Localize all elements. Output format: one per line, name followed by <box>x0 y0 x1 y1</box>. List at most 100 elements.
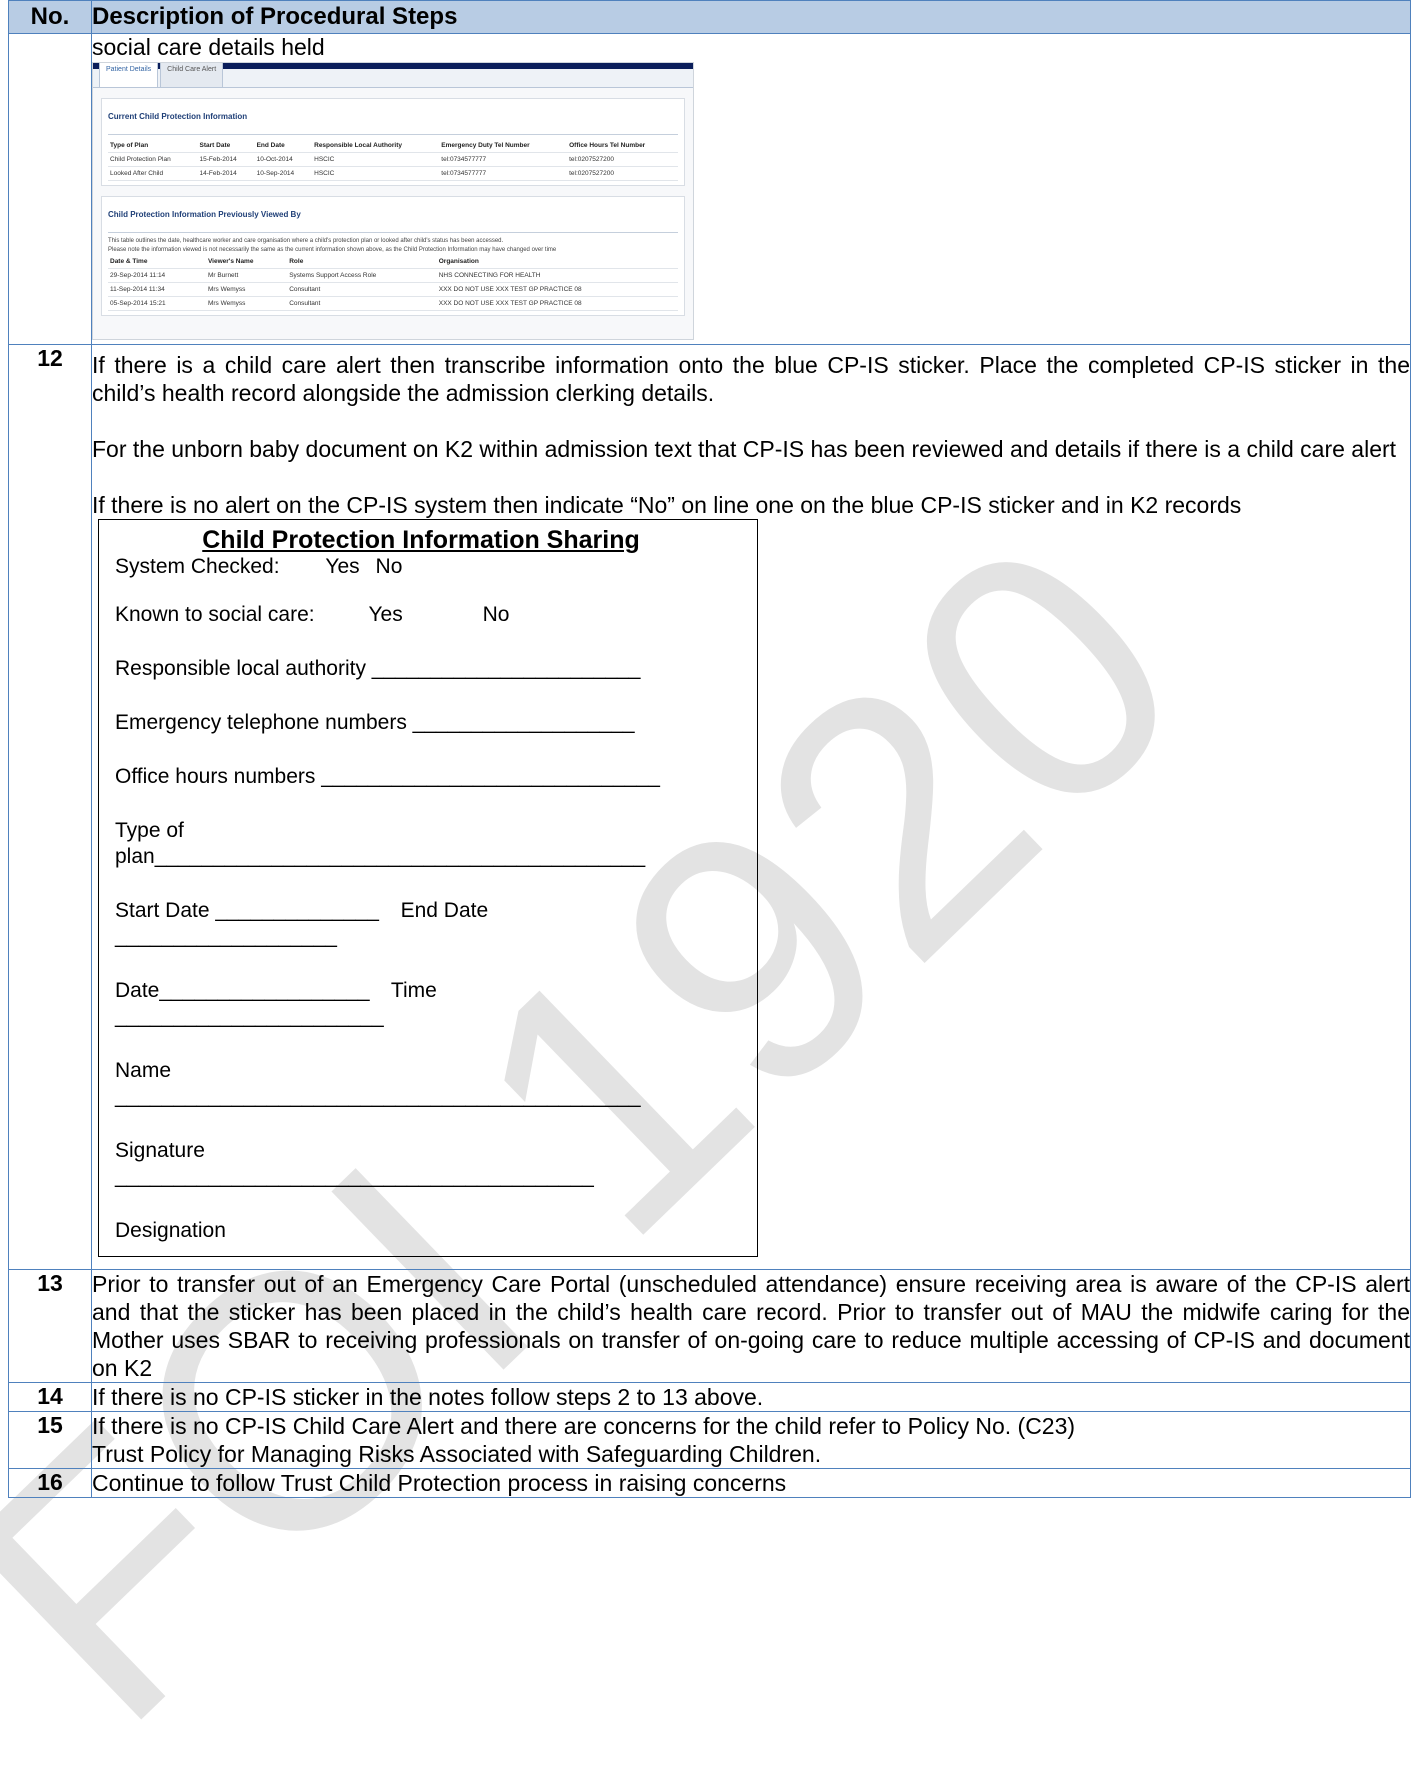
previous-viewers-panel: Child Protection Information Previously … <box>101 196 685 316</box>
cell: Looked After Child <box>108 166 198 181</box>
current-cp-title: Current Child Protection Information <box>108 103 678 135</box>
col-header: Role <box>287 255 437 269</box>
table-row: 16 Continue to follow Trust Child Protec… <box>8 1468 1411 1498</box>
table-header-row: No. Description of Procedural Steps <box>8 0 1411 34</box>
table-row: 12 If there is a child care alert then t… <box>8 344 1411 1270</box>
designation-label: Designation <box>115 1219 226 1242</box>
cell: NHS CONNECTING FOR HEALTH <box>436 268 678 283</box>
col-header: Office Hours Tel Number <box>567 139 678 153</box>
step-paragraph-3: If there is no alert on the CP-IS system… <box>92 492 1242 518</box>
cell: Child Protection Plan <box>108 152 198 167</box>
current-cp-table: Type of Plan Start Date End Date Respons… <box>108 139 678 181</box>
name-line: ________________________________________… <box>115 1085 641 1108</box>
cell: Consultant <box>287 282 437 297</box>
cell: HSCIC <box>312 152 440 167</box>
cpis-sticker-form: Child Protection Information Sharing Sys… <box>98 519 758 1257</box>
table-row: 29-Sep-2014 11:14 Mr Burnett Systems Sup… <box>108 268 678 283</box>
step-description: social care details held Patient Details… <box>91 33 1411 345</box>
end-date-line: ___________________ <box>115 925 337 948</box>
step-description: If there is a child care alert then tran… <box>91 344 1411 1270</box>
cell: 10-Sep-2014 <box>254 166 313 181</box>
cell: 05-Sep-2014 15:21 <box>108 296 206 311</box>
screenshot-tabs: Patient Details Child Care Alert <box>93 63 693 88</box>
type-of-plan-label: Type of <box>115 819 184 842</box>
date-time-row: Date__________________ Time <box>115 978 757 1004</box>
tab-patient-details: Patient Details <box>99 63 159 87</box>
step-number-blank <box>8 33 92 345</box>
known-social-care-yes: Yes <box>368 603 403 626</box>
dates-row: Start Date ______________ End Date <box>115 898 757 924</box>
cell: XXX DO NOT USE XXX TEST GP PRACTICE 08 <box>436 282 678 297</box>
time-line: _______________________ <box>115 1005 384 1028</box>
cell: tel:0734577777 <box>439 166 568 181</box>
col-header: End Date <box>254 139 313 153</box>
name-label: Name <box>115 1059 172 1082</box>
col-header: Date & Time <box>108 255 206 269</box>
previous-viewers-title: Child Protection Information Previously … <box>108 201 678 233</box>
known-social-care-label: Known to social care: <box>115 603 315 626</box>
cell: 29-Sep-2014 11:14 <box>108 268 206 283</box>
step-intro: social care details held <box>92 34 325 60</box>
cell: tel:0207527200 <box>567 152 678 167</box>
system-checked-no: No <box>375 555 403 578</box>
table-row: 15 If there is no CP-IS Child Care Alert… <box>8 1411 1411 1469</box>
step-number: 12 <box>8 344 92 1270</box>
previous-viewers-table: Date & Time Viewer's Name Role Organisat… <box>108 255 678 311</box>
cell: Mrs Wemyss <box>205 296 288 311</box>
cell: 11-Sep-2014 11:34 <box>108 282 206 297</box>
system-checked-row: System Checked: Yes No <box>115 554 757 580</box>
cell: HSCIC <box>312 166 440 181</box>
table-row: Child Protection Plan 15-Feb-2014 10-Oct… <box>108 152 678 167</box>
known-social-care-no: No <box>482 603 510 626</box>
cell: 10-Oct-2014 <box>254 152 313 167</box>
previous-note-2: Please note the information viewed is no… <box>108 247 557 253</box>
step-description: If there is no CP-IS Child Care Alert an… <box>91 1411 1411 1469</box>
current-cp-panel: Current Child Protection Information Typ… <box>101 98 685 186</box>
previous-note-1: This table outlines the date, healthcare… <box>108 238 504 244</box>
table-row: 13 Prior to transfer out of an Emergency… <box>8 1269 1411 1383</box>
cell: Systems Support Access Role <box>287 268 437 283</box>
signature-line: ________________________________________… <box>115 1165 594 1188</box>
authority-field: Responsible local authority ____________… <box>115 657 641 680</box>
step-description: Prior to transfer out of an Emergency Ca… <box>91 1269 1411 1383</box>
date-field: Date__________________ <box>115 979 370 1002</box>
step-number: 13 <box>8 1269 92 1383</box>
step-line-1: If there is no CP-IS Child Care Alert an… <box>92 1413 1076 1439</box>
step-paragraph-2: For the unborn baby document on K2 withi… <box>92 436 1397 462</box>
table-row: 05-Sep-2014 15:21 Mrs Wemyss Consultant … <box>108 296 678 311</box>
sticker-title: Child Protection Information Sharing <box>202 526 640 554</box>
col-header: Start Date <box>197 139 255 153</box>
emergency-numbers-field: Emergency telephone numbers ____________… <box>115 711 635 734</box>
table-row: social care details held Patient Details… <box>8 33 1411 345</box>
cell: XXX DO NOT USE XXX TEST GP PRACTICE 08 <box>436 296 678 311</box>
step-number: 16 <box>8 1468 92 1498</box>
col-header: Viewer's Name <box>205 255 288 269</box>
col-header: Emergency Duty Tel Number <box>439 139 568 153</box>
step-description: If there is no CP-IS sticker in the note… <box>91 1382 1411 1412</box>
start-date-field: Start Date ______________ <box>115 899 379 922</box>
step-line-2: Trust Policy for Managing Risks Associat… <box>92 1441 822 1467</box>
cell: 15-Feb-2014 <box>197 152 255 167</box>
cell: Consultant <box>287 296 437 311</box>
type-of-plan-field: plan____________________________________… <box>115 845 646 868</box>
time-label: Time <box>390 979 437 1002</box>
table-row: 11-Sep-2014 11:34 Mrs Wemyss Consultant … <box>108 282 678 297</box>
system-checked-label: System Checked: <box>115 555 280 578</box>
step-paragraph-1: If there is a child care alert then tran… <box>92 352 1410 406</box>
col-header: Type of Plan <box>108 139 198 153</box>
signature-label: Signature <box>115 1139 205 1162</box>
table-row: 14 If there is no CP-IS sticker in the n… <box>8 1382 1411 1412</box>
cell: Mr Burnett <box>205 268 288 283</box>
cell: tel:0734577777 <box>439 152 568 167</box>
step-description: Continue to follow Trust Child Protectio… <box>91 1468 1411 1498</box>
header-description: Description of Procedural Steps <box>91 0 1411 34</box>
end-date-label: End Date <box>400 899 489 922</box>
col-header: Responsible Local Authority <box>312 139 440 153</box>
system-checked-yes: Yes <box>325 555 360 578</box>
cell: Mrs Wemyss <box>205 282 288 297</box>
header-no: No. <box>8 0 92 34</box>
table-row: Looked After Child 14-Feb-2014 10-Sep-20… <box>108 166 678 181</box>
tab-child-care-alert: Child Care Alert <box>160 63 224 87</box>
step-number: 14 <box>8 1382 92 1412</box>
procedure-table: No. Description of Procedural Steps soci… <box>8 0 1411 1498</box>
